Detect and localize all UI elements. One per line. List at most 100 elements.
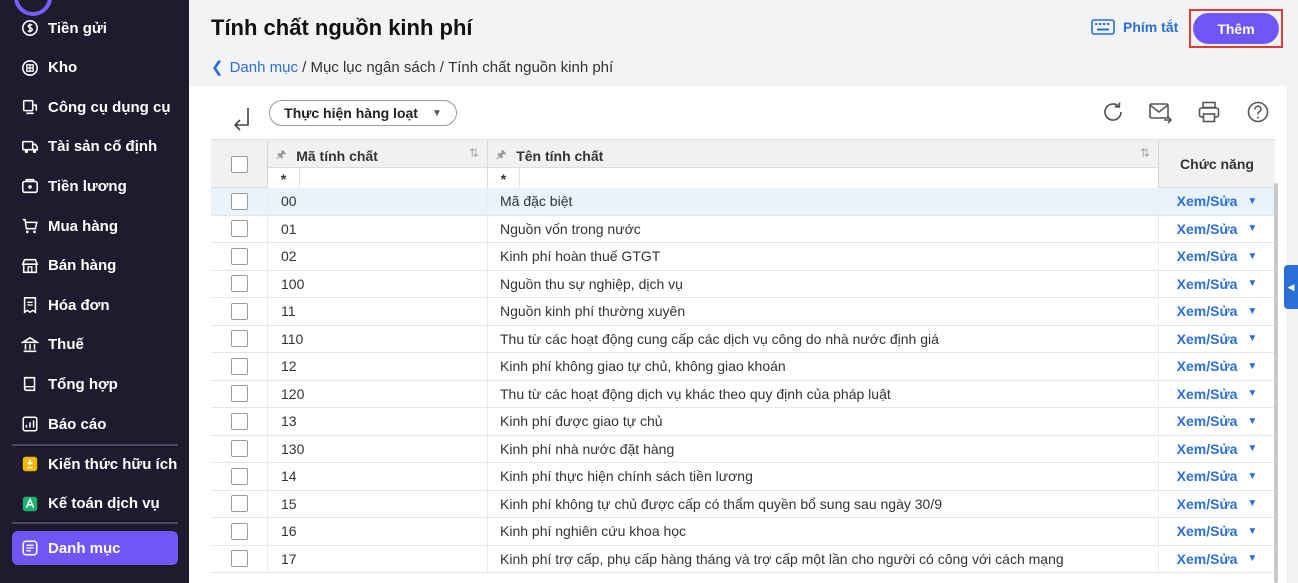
caret-down-icon[interactable]: ▼ xyxy=(1247,526,1257,537)
breadcrumb-middle[interactable]: Mục lục ngân sách xyxy=(310,59,435,76)
view-edit-link[interactable]: Xem/Sửa xyxy=(1177,193,1238,209)
breadcrumb-root-link[interactable]: Danh mục xyxy=(230,59,298,76)
caret-down-icon[interactable]: ▼ xyxy=(1247,498,1257,509)
add-button[interactable]: Thêm xyxy=(1193,13,1279,44)
table-row[interactable]: 100 Nguồn thu sự nghiệp, dịch vụ Xem/Sửa ▼ xyxy=(211,270,1275,298)
table-row[interactable]: 12 Kinh phí không giao tự chủ, không giao… xyxy=(211,353,1275,381)
vertical-scrollbar[interactable] xyxy=(1274,183,1278,583)
sidebar-item[interactable]: Bán hàng xyxy=(12,249,178,283)
caret-down-icon[interactable]: ▼ xyxy=(1247,388,1257,399)
sidebar-item[interactable]: Kiến thức hữu ích xyxy=(12,447,178,481)
column-header-code[interactable]: 🖈 Mã tính chất ⇅ * xyxy=(268,140,488,189)
view-edit-link[interactable]: Xem/Sửa xyxy=(1177,303,1238,319)
row-checkbox[interactable] xyxy=(230,302,248,320)
caret-down-icon[interactable]: ▼ xyxy=(1247,251,1257,262)
caret-down-icon[interactable]: ▼ xyxy=(1247,278,1257,289)
sidebar-item[interactable]: Tài sản cố định xyxy=(12,130,178,164)
shortcut-button[interactable]: Phím tắt xyxy=(1091,19,1178,35)
caret-down-icon[interactable]: ▼ xyxy=(1247,361,1257,372)
sidebar-item[interactable]: Kế toán dịch vụ xyxy=(12,487,178,521)
sort-icon[interactable]: ⇅ xyxy=(1140,146,1150,160)
sidebar-item[interactable]: Mua hàng xyxy=(12,209,178,243)
pin-icon[interactable]: 🖈 xyxy=(276,146,286,165)
table-row[interactable]: 130 Kinh phí nhà nước đặt hàng Xem/Sửa ▼ xyxy=(211,435,1275,463)
sidebar-item[interactable]: Công cụ dụng cụ xyxy=(12,90,178,124)
sidebar-item[interactable]: Tiền lương xyxy=(12,169,178,203)
table-row[interactable]: 120 Thu từ các hoạt động dịch vụ khác the… xyxy=(211,380,1275,408)
refresh-icon[interactable] xyxy=(1100,99,1126,125)
table-row[interactable]: 00 Mã đặc biệt Xem/Sửa ▼ xyxy=(211,188,1275,216)
caret-down-icon[interactable]: ▼ xyxy=(1247,443,1257,454)
row-checkbox[interactable] xyxy=(230,220,248,238)
row-checkbox[interactable] xyxy=(230,412,248,430)
view-edit-link[interactable]: Xem/Sửa xyxy=(1177,413,1238,429)
sidebar-item[interactable]: Danh mục xyxy=(12,531,178,565)
view-edit-link[interactable]: Xem/Sửa xyxy=(1177,496,1238,512)
view-edit-link[interactable]: Xem/Sửa xyxy=(1177,331,1238,347)
filter-code: * xyxy=(268,167,487,189)
row-checkbox[interactable] xyxy=(230,192,248,210)
table-row[interactable]: 16 Kinh phí nghiên cứu khoa học Xem/Sửa ▼ xyxy=(211,518,1275,546)
sidebar-item[interactable]: Hóa đơn xyxy=(12,288,178,322)
row-checkbox[interactable] xyxy=(230,467,248,485)
table-row[interactable]: 11 Nguồn kinh phí thường xuyên Xem/Sửa ▼ xyxy=(211,298,1275,326)
column-header-name[interactable]: 🖈 Tên tính chất ⇅ * xyxy=(488,140,1159,189)
table-row[interactable]: 14 Kinh phí thực hiện chính sách tiền lươ… xyxy=(211,463,1275,491)
chevron-left-icon[interactable]: ❮ xyxy=(211,58,224,76)
sidebar-item[interactable]: Kho xyxy=(12,51,178,85)
filter-code-input[interactable] xyxy=(300,168,487,189)
caret-down-icon[interactable]: ▼ xyxy=(1247,223,1257,234)
cell-function: Xem/Sửa ▼ xyxy=(1159,463,1275,490)
cell-name: Kinh phí không tự chủ được cấp có thẩm q… xyxy=(488,490,1159,517)
sort-arrow-icon[interactable] xyxy=(231,105,253,131)
table-row[interactable]: 02 Kinh phí hoàn thuế GTGT Xem/Sửa ▼ xyxy=(211,243,1275,271)
side-panel-toggle[interactable]: ◀ xyxy=(1284,265,1298,309)
row-checkbox[interactable] xyxy=(230,495,248,513)
table-row[interactable]: 01 Nguồn vốn trong nước Xem/Sửa ▼ xyxy=(211,215,1275,243)
table-row[interactable]: 17 Kinh phí trợ cấp, phụ cấp hàng tháng v… xyxy=(211,545,1275,573)
email-send-icon[interactable] xyxy=(1148,99,1174,125)
row-checkbox[interactable] xyxy=(230,550,248,568)
pin-icon[interactable]: 🖈 xyxy=(496,146,506,165)
caret-down-icon[interactable]: ▼ xyxy=(1247,333,1257,344)
caret-down-icon[interactable]: ▼ xyxy=(1247,306,1257,317)
view-edit-link[interactable]: Xem/Sửa xyxy=(1177,468,1238,484)
filter-operator[interactable]: * xyxy=(268,168,300,189)
select-all-checkbox[interactable] xyxy=(230,156,248,173)
view-edit-link[interactable]: Xem/Sửa xyxy=(1177,221,1238,237)
view-edit-link[interactable]: Xem/Sửa xyxy=(1177,358,1238,374)
sort-icon[interactable]: ⇅ xyxy=(469,146,479,160)
sidebar-item[interactable]: Báo cáo xyxy=(12,407,178,441)
sidebar-item[interactable]: Tiền gửi xyxy=(12,11,178,45)
table-row[interactable]: 15 Kinh phí không tự chủ được cấp có thẩm… xyxy=(211,490,1275,518)
row-select-cell xyxy=(211,518,268,545)
row-checkbox[interactable] xyxy=(230,247,248,265)
view-edit-link[interactable]: Xem/Sửa xyxy=(1177,386,1238,402)
table-row[interactable]: 110 Thu từ các hoạt động cung cấp các dịc… xyxy=(211,325,1275,353)
row-checkbox[interactable] xyxy=(230,330,248,348)
row-checkbox[interactable] xyxy=(230,385,248,403)
cell-name: Kinh phí nhà nước đặt hàng xyxy=(488,435,1159,462)
print-icon[interactable] xyxy=(1196,99,1222,125)
help-icon[interactable] xyxy=(1245,99,1271,125)
view-edit-link[interactable]: Xem/Sửa xyxy=(1177,551,1238,567)
row-checkbox[interactable] xyxy=(230,440,248,458)
caret-down-icon[interactable]: ▼ xyxy=(1247,416,1257,427)
row-checkbox[interactable] xyxy=(230,275,248,293)
caret-down-icon[interactable]: ▼ xyxy=(1247,471,1257,482)
sidebar-item[interactable]: Thuế xyxy=(12,328,178,362)
view-edit-link[interactable]: Xem/Sửa xyxy=(1177,276,1238,292)
row-checkbox[interactable] xyxy=(230,522,248,540)
caret-down-icon[interactable]: ▼ xyxy=(1247,196,1257,207)
view-edit-link[interactable]: Xem/Sửa xyxy=(1177,523,1238,539)
bulk-action-dropdown[interactable]: Thực hiện hàng loạt ▼ xyxy=(269,100,457,126)
view-edit-link[interactable]: Xem/Sửa xyxy=(1177,248,1238,264)
view-edit-link[interactable]: Xem/Sửa xyxy=(1177,441,1238,457)
sidebar-item[interactable]: Tổng hợp xyxy=(12,367,178,401)
breadcrumb-separator: / xyxy=(297,58,311,76)
table-row[interactable]: 13 Kinh phí được giao tự chủ Xem/Sửa ▼ xyxy=(211,408,1275,436)
caret-down-icon[interactable]: ▼ xyxy=(1247,553,1257,564)
filter-operator[interactable]: * xyxy=(488,168,520,189)
filter-name-input[interactable] xyxy=(520,168,1158,189)
row-checkbox[interactable] xyxy=(230,357,248,375)
